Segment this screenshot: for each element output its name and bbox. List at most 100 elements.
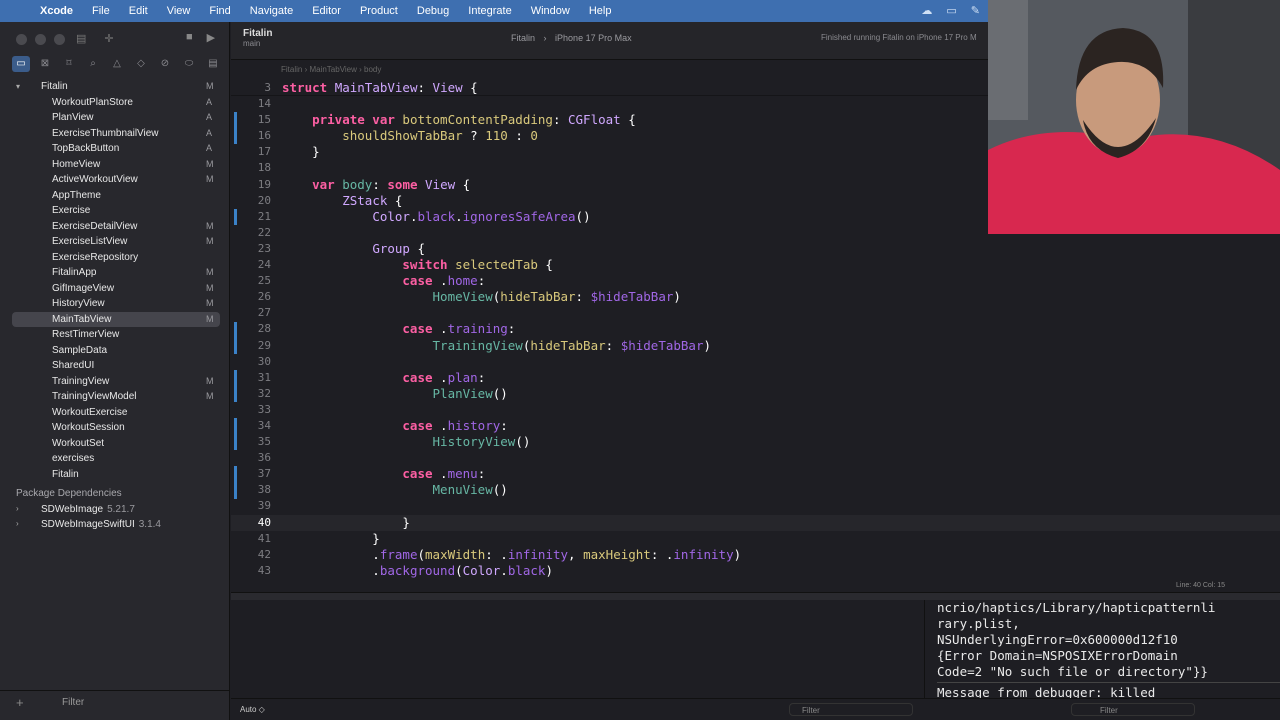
crumb-file[interactable]: MainTabView (309, 65, 356, 74)
line-number[interactable]: 22 (231, 225, 271, 241)
line-number[interactable]: 28 (231, 321, 271, 337)
file-item[interactable]: WorkoutExercise (0, 405, 230, 421)
file-item[interactable]: TrainingViewModel M (0, 389, 230, 405)
debug-console[interactable]: ncrio/haptics/Library/hapticpatternli rar… (924, 600, 1280, 698)
run-icon[interactable]: ▶ (207, 31, 215, 44)
line-number[interactable]: 29 (231, 338, 271, 354)
line-number[interactable]: 37 (231, 466, 271, 482)
change-marker[interactable] (234, 418, 237, 451)
file-item[interactable]: AppTheme (0, 188, 230, 204)
file-item[interactable]: MainTabView M (12, 311, 220, 327)
file-item[interactable]: TopBackButton A (0, 141, 230, 157)
line-number[interactable]: 42 (231, 547, 271, 563)
line-number[interactable]: 19 (231, 177, 271, 193)
file-item[interactable]: HomeView M (0, 157, 230, 173)
pen-icon[interactable]: ✎ (971, 4, 980, 17)
sidebar-toggle-icon[interactable]: ▤ (76, 32, 86, 45)
menu-xcode[interactable]: Xcode (40, 5, 73, 17)
line-number[interactable]: 17 (231, 144, 271, 160)
report-icon[interactable]: ▤ (204, 56, 222, 72)
stop-icon[interactable]: ■ (186, 31, 193, 44)
disclosure-right-icon[interactable]: › (16, 504, 19, 513)
file-item[interactable]: FitalinApp M (0, 265, 230, 281)
file-item[interactable]: ExerciseListView M (0, 234, 230, 250)
menu-integrate[interactable]: Integrate (468, 5, 511, 17)
line-number[interactable]: 33 (231, 402, 271, 418)
debug-icon[interactable]: ⊘ (156, 56, 174, 72)
debug-area-divider[interactable] (231, 592, 1280, 600)
disclosure-right-icon[interactable]: › (16, 519, 19, 528)
variables-scope-selector[interactable]: Auto ◇ (240, 705, 265, 714)
menu-view[interactable]: View (167, 5, 191, 17)
line-number[interactable]: 27 (231, 305, 271, 321)
file-item[interactable]: WorkoutSession (0, 420, 230, 436)
file-item[interactable]: HistoryView M (0, 296, 230, 312)
line-number[interactable]: 21 (231, 209, 271, 225)
line-number[interactable]: 32 (231, 386, 271, 402)
test-icon[interactable]: ◇ (132, 56, 150, 72)
file-item[interactable]: RestTimerView (0, 327, 230, 343)
line-number[interactable]: 31 (231, 370, 271, 386)
bookmark-icon[interactable]: ⌑ (60, 56, 78, 72)
line-number[interactable]: 38 (231, 482, 271, 498)
file-item[interactable]: ExerciseRepository (0, 250, 230, 266)
line-number[interactable]: 16 (231, 128, 271, 144)
warning-icon[interactable]: △ (108, 56, 126, 72)
cloud-icon[interactable]: ☁ (921, 4, 932, 17)
scheme-selector[interactable]: Fitalin › iPhone 17 Pro Max (511, 33, 632, 43)
tree-root[interactable]: ▾ Fitalin M (0, 79, 230, 95)
display-icon[interactable]: ▭ (946, 4, 956, 17)
menu-window[interactable]: Window (531, 5, 570, 17)
line-number[interactable]: 40 (231, 515, 271, 531)
file-item[interactable]: ActiveWorkoutView M (0, 172, 230, 188)
crumb-symbol[interactable]: body (364, 65, 381, 74)
line-number[interactable]: 43 (231, 563, 271, 579)
change-marker[interactable] (234, 321, 237, 354)
search-icon[interactable]: ⌕ (84, 56, 102, 72)
source-control-icon[interactable]: ⊠ (36, 56, 54, 72)
file-item[interactable]: PlanView A (0, 110, 230, 126)
variables-filter-input[interactable]: Filter (789, 703, 913, 716)
close-window-button[interactable] (16, 34, 27, 45)
add-icon[interactable]: ✛ (104, 32, 113, 45)
line-number[interactable]: 36 (231, 450, 271, 466)
menu-editor[interactable]: Editor (312, 5, 341, 17)
menu-debug[interactable]: Debug (417, 5, 449, 17)
menu-edit[interactable]: Edit (129, 5, 148, 17)
file-item[interactable]: WorkoutPlanStore A (0, 95, 230, 111)
line-number[interactable]: 3 (231, 80, 271, 96)
crumb-project[interactable]: Fitalin (281, 65, 302, 74)
file-item[interactable]: SampleData (0, 343, 230, 359)
disclosure-down-icon[interactable]: ▾ (16, 79, 20, 95)
change-marker[interactable] (234, 369, 237, 402)
line-number[interactable]: 23 (231, 241, 271, 257)
file-item[interactable]: SharedUI (0, 358, 230, 374)
line-number[interactable]: 18 (231, 160, 271, 176)
change-marker[interactable] (234, 112, 237, 145)
menu-find[interactable]: Find (209, 5, 230, 17)
menu-help[interactable]: Help (589, 5, 612, 17)
menu-product[interactable]: Product (360, 5, 398, 17)
line-number[interactable]: 35 (231, 434, 271, 450)
file-item[interactable]: ExerciseDetailView M (0, 219, 230, 235)
file-item[interactable]: WorkoutSet (0, 436, 230, 452)
zoom-window-button[interactable] (54, 34, 65, 45)
file-item[interactable]: Fitalin (0, 467, 230, 483)
console-filter-input[interactable]: Filter (1071, 703, 1195, 716)
line-number[interactable]: 14 (231, 96, 271, 112)
menu-navigate[interactable]: Navigate (250, 5, 293, 17)
minimize-window-button[interactable] (35, 34, 46, 45)
add-file-icon[interactable]: + (16, 695, 24, 710)
file-item[interactable]: TrainingView M (0, 374, 230, 390)
file-item[interactable]: exercises (0, 451, 230, 467)
line-number[interactable]: 20 (231, 193, 271, 209)
line-number[interactable]: 26 (231, 289, 271, 305)
line-number[interactable]: 25 (231, 273, 271, 289)
change-marker[interactable] (234, 208, 237, 225)
project-title[interactable]: Fitalin main (243, 28, 272, 48)
line-number[interactable]: 30 (231, 354, 271, 370)
file-item[interactable]: Exercise (0, 203, 230, 219)
line-number[interactable]: 34 (231, 418, 271, 434)
breakpoint-icon[interactable]: ⬭ (180, 56, 198, 72)
file-item[interactable]: ExerciseThumbnailView A (0, 126, 230, 142)
